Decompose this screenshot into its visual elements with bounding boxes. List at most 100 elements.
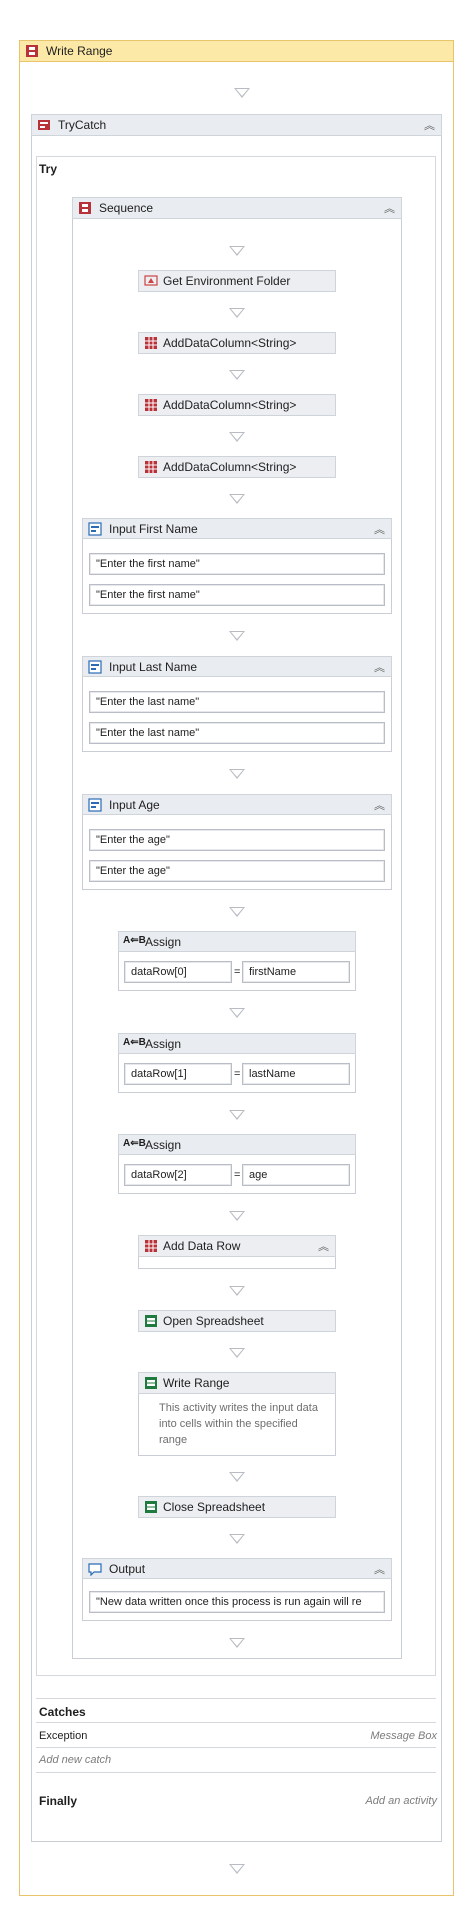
drop-arrow[interactable] [229, 246, 245, 256]
datatable-icon [145, 337, 157, 349]
drop-arrow[interactable] [229, 370, 245, 380]
datatable-icon [145, 1240, 157, 1252]
write-range-header[interactable]: Write Range [19, 40, 454, 62]
drop-arrow[interactable] [229, 1286, 245, 1296]
add-data-column-activity[interactable]: AddDataColumn<String> [138, 394, 336, 416]
catches-label: Catches [39, 1705, 86, 1719]
collapse-icon[interactable]: ︽ [424, 117, 435, 133]
drop-arrow[interactable] [234, 88, 250, 98]
drop-arrow[interactable] [229, 1348, 245, 1358]
drop-arrow[interactable] [229, 1211, 245, 1221]
drop-arrow[interactable] [229, 1472, 245, 1482]
add-data-column-activity[interactable]: AddDataColumn<String> [138, 332, 336, 354]
add-data-row-activity[interactable]: Add Data Row ︽ [138, 1235, 336, 1257]
assign-icon: A⇐B [123, 1138, 146, 1149]
trycatch-header[interactable]: TryCatch ︽ [31, 114, 442, 136]
activity-label: Open Spreadsheet [163, 1314, 264, 1328]
assign-value-field[interactable]: lastName [242, 1063, 350, 1085]
datatable-icon [145, 399, 157, 411]
input-title-field[interactable]: "Enter the first name" [89, 553, 385, 575]
assign-title: Assign [145, 1037, 182, 1051]
assign-to-field[interactable]: dataRow[2] [124, 1164, 232, 1186]
drop-arrow[interactable] [229, 1534, 245, 1544]
collapse-icon[interactable]: ︽ [374, 1561, 385, 1577]
input-label-field[interactable]: "Enter the age" [89, 860, 385, 882]
exception-type[interactable]: Exception [39, 1730, 87, 1742]
add-data-column-activity[interactable]: AddDataColumn<String> [138, 456, 336, 478]
input-last-name-header[interactable]: Input Last Name ︽ [82, 656, 392, 677]
input-first-name-header[interactable]: Input First Name ︽ [82, 518, 392, 539]
finally-add-activity[interactable]: Add an activity [365, 1795, 437, 1807]
collapse-icon[interactable]: ︽ [374, 797, 385, 813]
activity-label: AddDataColumn<String> [163, 336, 297, 350]
assign-icon: A⇐B [123, 935, 146, 946]
input-age-header[interactable]: Input Age ︽ [82, 794, 392, 815]
collapse-icon[interactable]: ︽ [374, 659, 385, 675]
assign-header[interactable]: A⇐B Assign [118, 931, 356, 952]
close-spreadsheet-activity[interactable]: Close Spreadsheet [138, 1496, 336, 1518]
exception-handler[interactable]: Message Box [370, 1730, 437, 1742]
drop-arrow[interactable] [229, 432, 245, 442]
add-new-catch-link[interactable]: Add new catch [39, 1754, 111, 1766]
output-header[interactable]: Output ︽ [82, 1558, 392, 1579]
drop-arrow[interactable] [229, 308, 245, 318]
drop-arrow[interactable] [229, 1008, 245, 1018]
excel-icon [145, 1501, 157, 1513]
drop-arrow[interactable] [229, 1864, 245, 1874]
divider [36, 1747, 436, 1748]
input-title: Input First Name [109, 522, 198, 536]
input-dialog-icon [88, 522, 102, 536]
assign-title: Assign [145, 1138, 182, 1152]
divider [36, 1772, 436, 1773]
excel-icon [145, 1377, 157, 1389]
assign-to-field[interactable]: dataRow[1] [124, 1063, 232, 1085]
assign-equals: = [234, 966, 241, 978]
divider [36, 1698, 436, 1699]
collapse-icon[interactable]: ︽ [384, 200, 395, 216]
finally-label: Finally [39, 1794, 78, 1808]
write-range-title: Write Range [46, 44, 113, 58]
drop-arrow[interactable] [229, 494, 245, 504]
drop-arrow[interactable] [229, 631, 245, 641]
collapse-icon[interactable]: ︽ [318, 1238, 329, 1254]
input-title: Input Last Name [109, 660, 198, 674]
assign-value-field[interactable]: age [242, 1164, 350, 1186]
assign-value-field[interactable]: firstName [242, 961, 350, 983]
write-range-activity[interactable]: Write Range [138, 1372, 336, 1394]
input-label-field[interactable]: "Enter the first name" [89, 584, 385, 606]
sequence-icon [79, 202, 91, 214]
input-title-field[interactable]: "Enter the last name" [89, 691, 385, 713]
open-spreadsheet-activity[interactable]: Open Spreadsheet [138, 1310, 336, 1332]
environment-icon [144, 275, 158, 286]
assign-equals: = [234, 1169, 241, 1181]
drop-arrow[interactable] [229, 907, 245, 917]
get-environment-folder-activity[interactable]: Get Environment Folder [138, 270, 336, 292]
input-title-field[interactable]: "Enter the age" [89, 829, 385, 851]
drop-arrow[interactable] [229, 1638, 245, 1648]
sequence-header[interactable]: Sequence ︽ [72, 197, 402, 219]
activity-label: AddDataColumn<String> [163, 398, 297, 412]
input-dialog-icon [88, 798, 102, 812]
collapse-icon[interactable]: ︽ [374, 521, 385, 537]
input-label-field[interactable]: "Enter the last name" [89, 722, 385, 744]
assign-header[interactable]: A⇐B Assign [118, 1134, 356, 1155]
input-dialog-icon [88, 660, 102, 674]
excel-icon [145, 1315, 157, 1327]
trycatch-title: TryCatch [58, 118, 107, 132]
assign-header[interactable]: A⇐B Assign [118, 1033, 356, 1054]
drop-arrow[interactable] [229, 1110, 245, 1120]
output-text-field[interactable]: "New data written once this process is r… [89, 1591, 385, 1613]
activity-label: Get Environment Folder [163, 274, 291, 288]
input-title: Input Age [109, 798, 160, 812]
output-title: Output [109, 1562, 146, 1576]
activity-label: Add Data Row [163, 1239, 241, 1253]
try-label: Try [39, 162, 58, 176]
trycatch-icon [38, 120, 50, 130]
activity-label: Write Range [163, 1376, 230, 1390]
message-icon [88, 1563, 102, 1576]
assign-to-field[interactable]: dataRow[0] [124, 961, 232, 983]
drop-arrow[interactable] [229, 769, 245, 779]
assign-equals: = [234, 1068, 241, 1080]
activity-label: AddDataColumn<String> [163, 460, 297, 474]
sequence-title: Sequence [99, 201, 154, 215]
